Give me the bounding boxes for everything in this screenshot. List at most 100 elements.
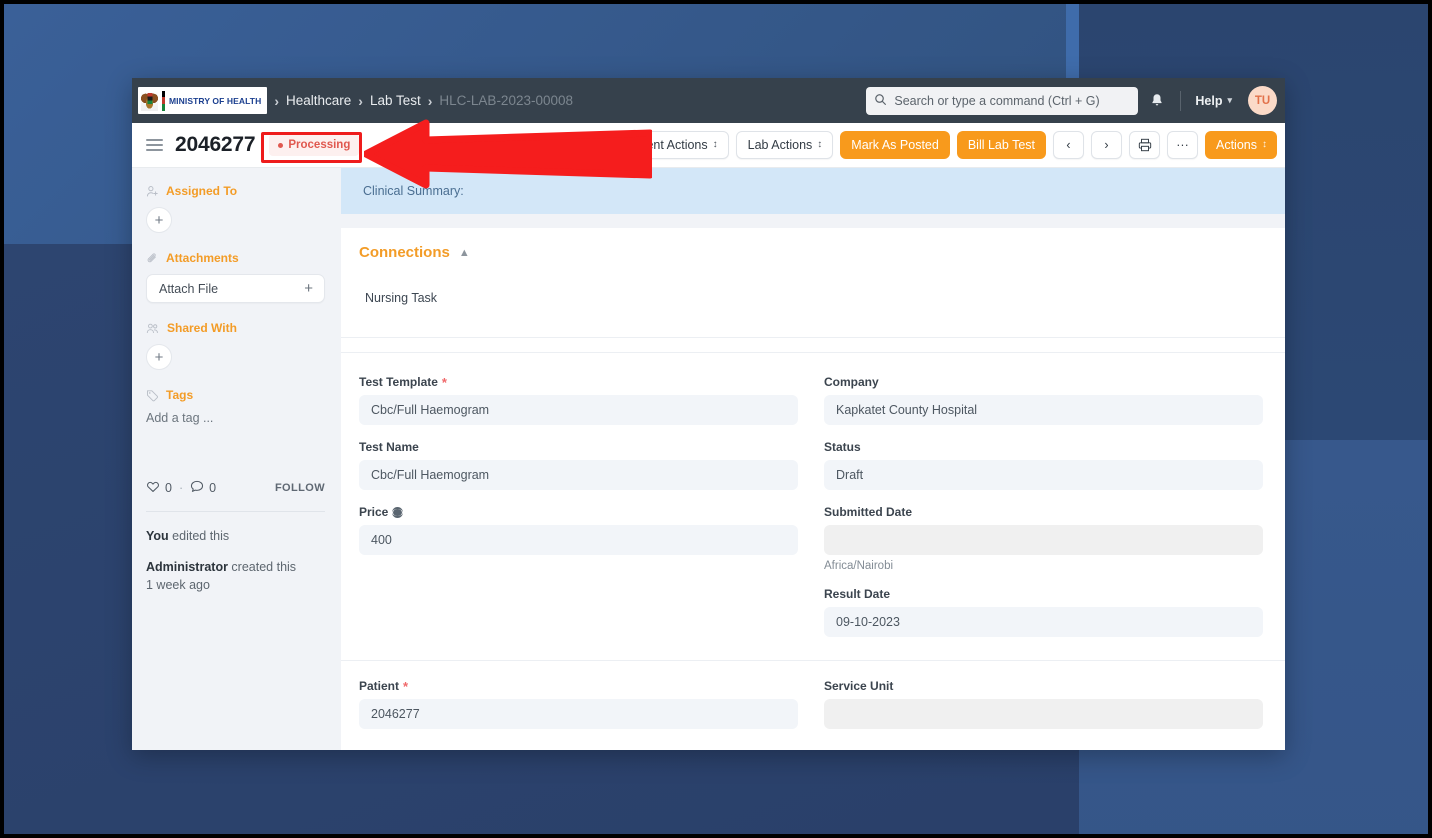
- avatar[interactable]: TU: [1248, 86, 1277, 115]
- actions-button[interactable]: Actions ↕: [1205, 131, 1277, 159]
- patient-section: Patient * 2046277 Service Unit: [341, 661, 1285, 744]
- label-text: Patient: [359, 679, 400, 693]
- hamburger-menu-icon[interactable]: [146, 139, 163, 151]
- print-button[interactable]: [1129, 131, 1160, 159]
- attachments-label: Attachments: [166, 251, 239, 265]
- bill-lab-test-button[interactable]: Bill Lab Test: [956, 131, 1046, 159]
- section-gap: [341, 214, 1285, 228]
- field-patient: Patient * 2046277: [359, 679, 798, 729]
- next-document-button[interactable]: ›: [1091, 131, 1122, 159]
- search-box[interactable]: [866, 86, 1139, 115]
- page-title: 2046277: [175, 133, 256, 156]
- attach-file-button[interactable]: Attach File +: [146, 274, 325, 303]
- service-unit-input[interactable]: [824, 699, 1263, 729]
- field-label: Price: [359, 505, 798, 519]
- chevron-right-icon: ›: [274, 92, 279, 109]
- field-test-name: Test Name Cbc/Full Haemogram: [359, 440, 798, 490]
- company-input[interactable]: Kapkatet County Hospital: [824, 395, 1263, 425]
- chevron-up-icon: ▲: [458, 246, 470, 259]
- submitted-date-input[interactable]: [824, 525, 1263, 555]
- field-test-template: Test Template * Cbc/Full Haemogram: [359, 375, 798, 425]
- lab-actions-button[interactable]: Lab Actions ↕: [735, 131, 834, 159]
- chevron-down-icon: ▾: [1227, 95, 1232, 105]
- ellipsis-icon: ···: [1176, 138, 1189, 152]
- label-text: Test Template: [359, 375, 438, 389]
- sort-updown-icon: ↕: [712, 139, 718, 150]
- help-menu-button[interactable]: Help ▾: [1185, 94, 1242, 108]
- label-text: Company: [824, 375, 879, 389]
- price-input[interactable]: 400: [359, 525, 798, 555]
- add-assignee-button[interactable]: +: [146, 207, 172, 233]
- test-name-input[interactable]: Cbc/Full Haemogram: [359, 460, 798, 490]
- connections-title: Connections: [359, 244, 450, 261]
- like-icon[interactable]: [146, 480, 160, 496]
- field-label: Company: [824, 375, 1263, 389]
- ministry-of-health-logo[interactable]: MINISTRY OF HEALTH: [138, 87, 268, 114]
- logo-label: MINISTRY OF HEALTH: [169, 95, 262, 106]
- lab-actions-label: Lab Actions: [747, 138, 813, 152]
- navbar-right-group: Help ▾ TU: [866, 84, 1277, 118]
- comment-count: 0: [209, 481, 217, 495]
- notifications-button[interactable]: [1138, 84, 1176, 118]
- status-badge[interactable]: Processing: [269, 134, 360, 156]
- application-window: MINISTRY OF HEALTH › Healthcare › Lab Te…: [132, 78, 1285, 750]
- search-input[interactable]: [894, 93, 1139, 108]
- timezone-hint: Africa/Nairobi: [824, 560, 894, 572]
- field-price: Price 400: [359, 505, 798, 555]
- label-text: Result Date: [824, 587, 891, 601]
- bullet-separator: ·: [178, 481, 184, 495]
- result-date-input[interactable]: 09-10-2023: [824, 607, 1263, 637]
- shared-with-label: Shared With: [167, 321, 237, 335]
- label-text: Price: [359, 505, 389, 519]
- patient-grid: Patient * 2046277 Service Unit: [359, 679, 1263, 744]
- label-text: Submitted Date: [824, 505, 913, 519]
- field-label: Test Template *: [359, 375, 798, 389]
- coat-of-arms-icon: [141, 90, 158, 111]
- plus-icon: +: [304, 280, 313, 297]
- field-result-date: Result Date 09-10-2023: [824, 587, 1263, 637]
- test-template-input[interactable]: Cbc/Full Haemogram: [359, 395, 798, 425]
- form-column-left: Test Template * Cbc/Full Haemogram Test …: [359, 375, 798, 652]
- tags-heading: Tags: [146, 388, 325, 402]
- mark-as-posted-button[interactable]: Mark As Posted: [840, 131, 950, 159]
- field-company: Company Kapkatet County Hospital: [824, 375, 1263, 425]
- follow-button[interactable]: FOLLOW: [275, 482, 325, 494]
- breadcrumb-document-id[interactable]: HLC-LAB-2023-00008: [439, 93, 573, 108]
- breadcrumb-healthcare[interactable]: Healthcare: [286, 93, 351, 108]
- user-plus-icon: [146, 185, 159, 198]
- required-asterisk-icon: *: [441, 374, 447, 390]
- bell-icon: [1152, 94, 1163, 106]
- attachments-heading: Attachments: [146, 251, 325, 265]
- activity-time: 1 week ago: [146, 578, 210, 593]
- payment-actions-button[interactable]: Payment Actions ↕: [602, 131, 729, 159]
- clinical-summary-label: Clinical Summary:: [363, 184, 464, 198]
- chevron-right-icon: ›: [427, 92, 433, 109]
- people-icon: [146, 322, 160, 335]
- field-label: Patient *: [359, 679, 798, 693]
- label-text: Status: [824, 440, 861, 454]
- field-label: Test Name: [359, 440, 798, 454]
- add-tag-input[interactable]: Add a tag ...: [146, 411, 325, 425]
- document-toolbar: 2046277 Processing Payment Actions ↕ Lab…: [132, 123, 1285, 168]
- breadcrumb-lab-test[interactable]: Lab Test: [370, 93, 421, 108]
- activity-actor: You: [146, 529, 169, 543]
- field-label: Service Unit: [824, 679, 1263, 693]
- more-options-button[interactable]: ···: [1167, 131, 1198, 159]
- search-icon: [875, 93, 887, 105]
- previous-document-button[interactable]: ‹: [1053, 131, 1084, 159]
- chevron-right-icon: ›: [358, 92, 363, 109]
- status-input[interactable]: Draft: [824, 460, 1263, 490]
- connection-link-nursing-task[interactable]: Nursing Task: [359, 291, 1263, 337]
- connections-header[interactable]: Connections ▲: [359, 244, 1263, 261]
- field-label: Status: [824, 440, 1263, 454]
- lab-test-form: Test Template * Cbc/Full Haemogram Test …: [341, 353, 1285, 652]
- patient-input[interactable]: 2046277: [359, 699, 798, 729]
- field-submitted-date: Submitted Date Africa/Nairobi: [824, 505, 1263, 572]
- comment-icon[interactable]: [190, 480, 204, 496]
- add-share-button[interactable]: +: [146, 344, 172, 370]
- activity-item-created: Administrator created this 1 week ago: [146, 558, 325, 594]
- top-navbar: MINISTRY OF HEALTH › Healthcare › Lab Te…: [132, 78, 1285, 123]
- status-dot-icon: [278, 142, 284, 148]
- flag-bar-icon: [162, 90, 165, 111]
- help-label: Help: [1195, 93, 1223, 108]
